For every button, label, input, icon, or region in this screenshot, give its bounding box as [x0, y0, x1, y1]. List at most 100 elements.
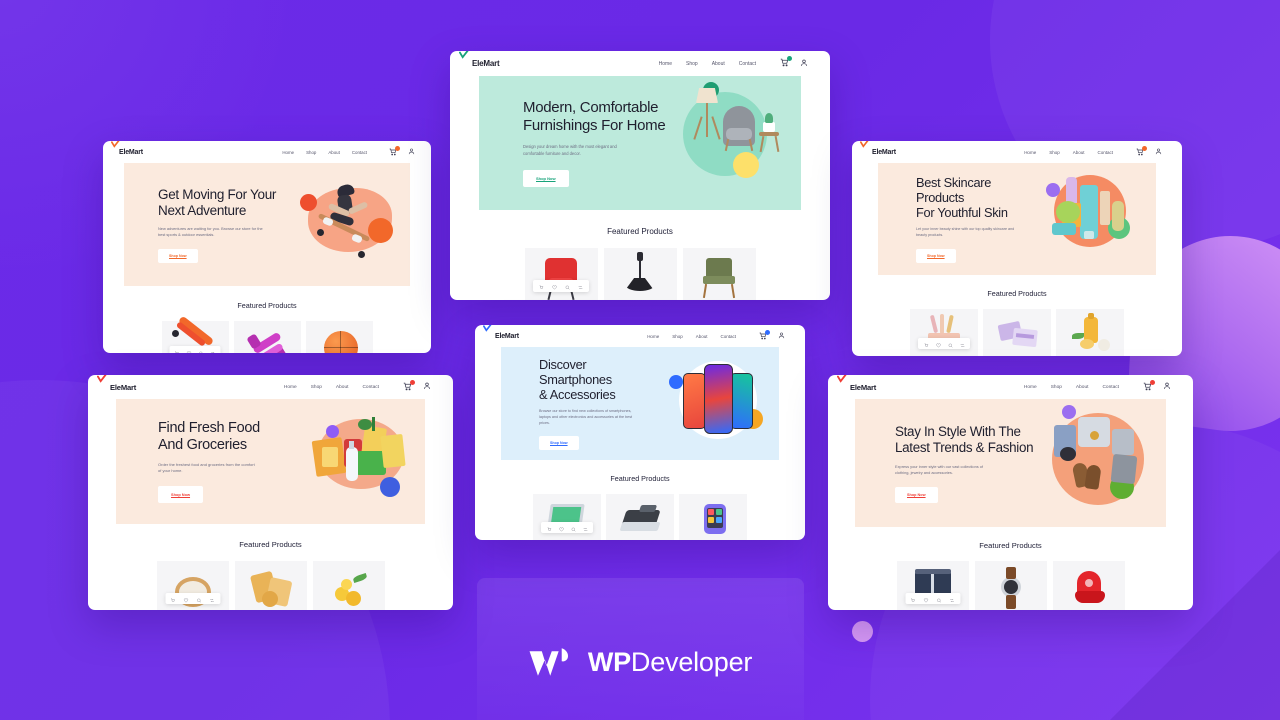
product-card[interactable]	[1056, 309, 1124, 356]
main-nav[interactable]: Home Shop About Contact	[1024, 379, 1171, 393]
shopping-cart-icon[interactable]	[1136, 145, 1147, 157]
product-card[interactable]	[679, 494, 747, 540]
nav-item-about[interactable]: About	[1076, 385, 1089, 390]
nav-item-contact[interactable]: Contact	[739, 61, 756, 67]
nav-item-home[interactable]: Home	[647, 334, 659, 339]
product-card[interactable]	[983, 309, 1051, 356]
nav-item-about[interactable]: About	[328, 150, 339, 155]
nav-item-about[interactable]: About	[1073, 150, 1085, 155]
product-card[interactable]	[1052, 561, 1125, 610]
nav-item-contact[interactable]: Contact	[1102, 385, 1119, 390]
heart-icon[interactable]	[923, 590, 929, 608]
product-hover-actions[interactable]	[905, 593, 960, 604]
product-card[interactable]	[603, 248, 677, 300]
nav-item-shop[interactable]: Shop	[1051, 385, 1062, 390]
nav-item-home[interactable]: Home	[1024, 150, 1036, 155]
search-icon[interactable]	[565, 277, 570, 295]
shopping-cart-icon[interactable]	[403, 379, 415, 393]
product-card[interactable]	[156, 561, 229, 610]
nav-item-about[interactable]: About	[696, 334, 708, 339]
header-icons[interactable]	[403, 379, 431, 393]
product-hover-actions[interactable]	[169, 343, 221, 354]
shop-now-button[interactable]: Shop Now	[158, 248, 198, 263]
product-card[interactable]	[312, 561, 385, 610]
product-hover-actions[interactable]	[165, 593, 220, 604]
compare-icon[interactable]	[211, 343, 216, 354]
product-hover-actions[interactable]	[918, 338, 970, 349]
nav-item-about[interactable]: About	[336, 385, 349, 390]
shop-now-button[interactable]: Shop Now	[539, 435, 579, 450]
user-account-icon[interactable]	[800, 59, 808, 69]
nav-item-about[interactable]: About	[712, 61, 725, 67]
shopping-cart-icon[interactable]	[389, 145, 400, 157]
product-card[interactable]	[682, 248, 756, 300]
nav-item-shop[interactable]: Shop	[1049, 150, 1060, 155]
search-icon[interactable]	[199, 343, 204, 353]
template-card-electronics[interactable]: Ele Mart Home Shop About Contact Discove…	[475, 325, 805, 540]
header-icons[interactable]	[759, 329, 785, 341]
compare-icon[interactable]	[950, 590, 955, 608]
user-account-icon[interactable]	[408, 148, 415, 156]
heart-icon[interactable]	[186, 343, 192, 353]
main-nav[interactable]: Home Shop About Contact	[659, 56, 808, 69]
user-account-icon[interactable]	[1155, 148, 1162, 156]
cart-icon[interactable]	[175, 343, 180, 353]
cart-icon[interactable]	[547, 519, 552, 537]
brand-logo[interactable]: Ele Mart	[860, 141, 896, 156]
search-icon[interactable]	[937, 590, 942, 608]
cart-icon[interactable]	[171, 590, 176, 608]
main-nav[interactable]: Home Shop About Contact	[282, 145, 415, 157]
product-card[interactable]	[533, 494, 601, 540]
nav-item-contact[interactable]: Contact	[1097, 150, 1113, 155]
user-account-icon[interactable]	[423, 382, 431, 392]
compare-icon[interactable]	[960, 335, 965, 353]
search-icon[interactable]	[571, 519, 576, 537]
product-hover-actions[interactable]	[541, 522, 593, 533]
product-card[interactable]	[161, 315, 229, 354]
heart-icon[interactable]	[552, 277, 557, 295]
product-card[interactable]	[234, 561, 307, 610]
shop-now-button[interactable]: Shop Now	[158, 486, 204, 504]
product-hover-actions[interactable]	[533, 280, 589, 292]
shop-now-button[interactable]: Shop Now	[916, 248, 956, 263]
nav-item-home[interactable]: Home	[659, 61, 672, 67]
nav-item-home[interactable]: Home	[1024, 385, 1037, 390]
template-card-furniture[interactable]: Ele Mart Home Shop About Contact Modern,…	[450, 51, 830, 300]
nav-item-shop[interactable]: Shop	[311, 385, 322, 390]
search-icon[interactable]	[197, 590, 202, 608]
header-icons[interactable]	[389, 145, 415, 157]
nav-item-contact[interactable]: Contact	[720, 334, 736, 339]
brand-logo[interactable]: Ele Mart	[111, 141, 143, 156]
shopping-cart-icon[interactable]	[759, 329, 770, 341]
nav-item-shop[interactable]: Shop	[306, 150, 316, 155]
product-card[interactable]	[896, 561, 969, 610]
product-card[interactable]	[606, 494, 674, 540]
main-nav[interactable]: Home Shop About Contact	[1024, 145, 1162, 157]
shopping-cart-icon[interactable]	[1143, 379, 1155, 393]
shopping-cart-icon[interactable]	[780, 56, 792, 69]
product-card[interactable]	[233, 321, 301, 353]
heart-icon[interactable]	[935, 335, 941, 353]
brand-logo[interactable]: Ele Mart	[459, 51, 500, 68]
brand-logo[interactable]: Ele Mart	[837, 375, 876, 392]
main-nav[interactable]: Home Shop About Contact	[284, 379, 431, 393]
compare-icon[interactable]	[583, 519, 588, 537]
product-card[interactable]	[305, 321, 373, 353]
main-nav[interactable]: Home Shop About Contact	[647, 329, 785, 341]
search-icon[interactable]	[948, 335, 953, 353]
cart-icon[interactable]	[924, 335, 929, 353]
user-account-icon[interactable]	[1163, 382, 1171, 392]
cart-icon[interactable]	[911, 590, 916, 608]
shop-now-button[interactable]: Shop Now	[523, 169, 569, 187]
heart-icon[interactable]	[558, 519, 564, 537]
header-icons[interactable]	[780, 56, 808, 69]
product-card[interactable]	[910, 309, 978, 356]
nav-item-home[interactable]: Home	[282, 150, 294, 155]
cart-icon[interactable]	[539, 277, 544, 295]
template-card-fashion[interactable]: Ele Mart Home Shop About Contact Stay In…	[828, 375, 1193, 610]
nav-item-contact[interactable]: Contact	[362, 385, 379, 390]
template-card-grocery[interactable]: Ele Mart Home Shop About Contact Find Fr…	[88, 375, 453, 610]
header-icons[interactable]	[1143, 379, 1171, 393]
product-card[interactable]	[974, 561, 1047, 610]
heart-icon[interactable]	[183, 590, 189, 608]
